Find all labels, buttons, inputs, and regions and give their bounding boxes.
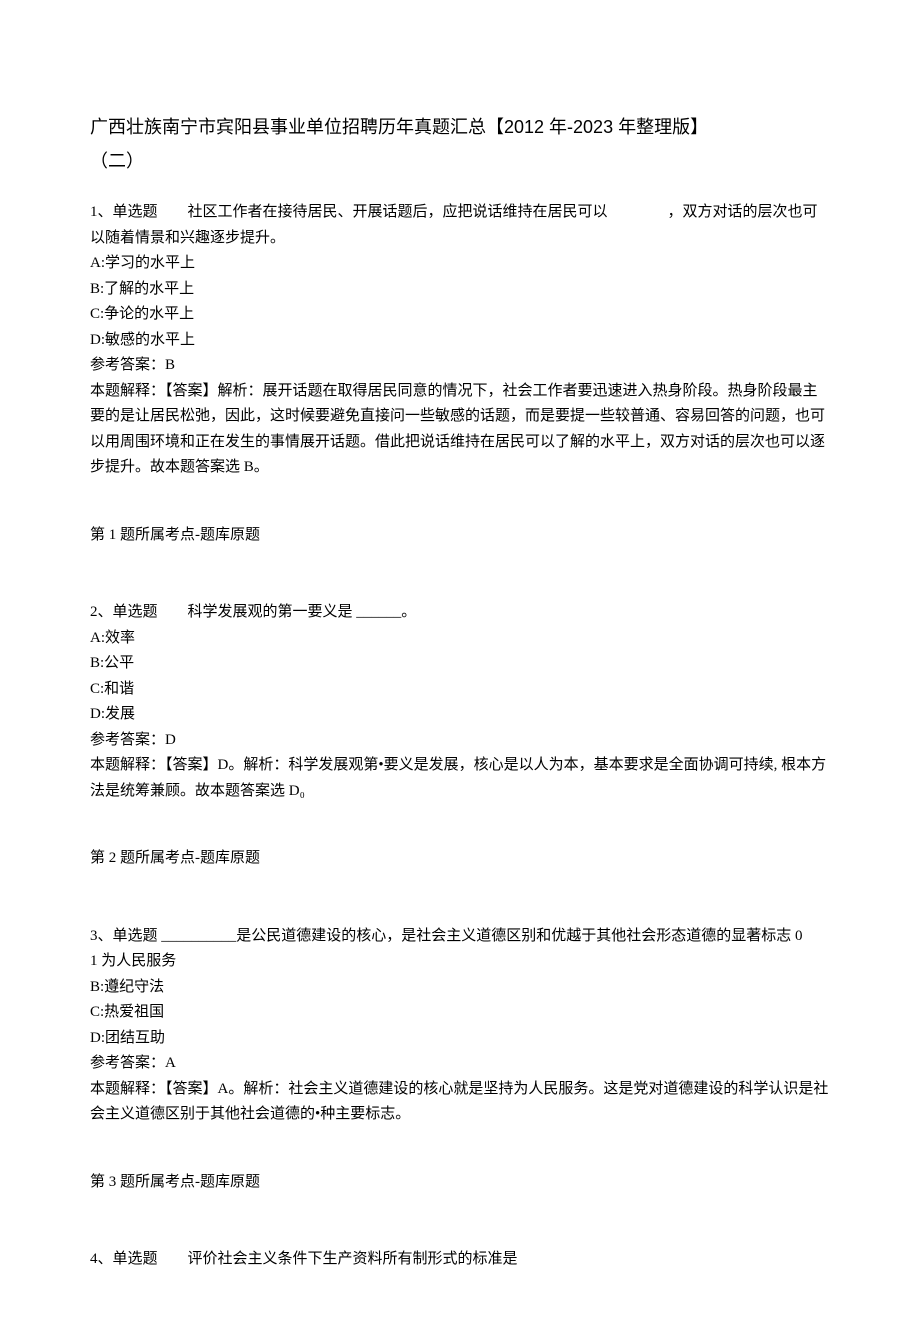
option-d: D:敏感的水平上	[90, 328, 830, 354]
option-a: 1 为人民服务	[90, 949, 830, 975]
question-1: 1、单选题 社区工作者在接待居民、开展话题后，应把说话维持在居民可以 ，双方对话…	[90, 200, 830, 481]
explanation: 本题解释：【答案】解析：展开话题在取得居民同意的情况下，社会工作者要迅速进入热身…	[90, 379, 830, 481]
question-options: A:学习的水平上 B:了解的水平上 C:争论的水平上 D:敏感的水平上	[90, 251, 830, 353]
option-c: C:和谐	[90, 677, 830, 703]
option-c: C:争论的水平上	[90, 302, 830, 328]
question-footer: 第 3 题所属考点-题库原题	[90, 1170, 830, 1196]
title-line-1: 广西壮族南宁市宾阳县事业单位招聘历年真题汇总【2012 年-2023 年整理版】	[90, 110, 830, 144]
reference-answer: 参考答案：A	[90, 1051, 830, 1077]
document-page: 广西壮族南宁市宾阳县事业单位招聘历年真题汇总【2012 年-2023 年整理版】…	[0, 0, 920, 1319]
explanation: 本题解释：【答案】D。解析：科学发展观第•要义是发展，核心是以人为本，基本要求是…	[90, 753, 830, 804]
option-a: A:效率	[90, 626, 830, 652]
option-c: C:热爱祖国	[90, 1000, 830, 1026]
question-footer: 第 2 题所属考点-题库原题	[90, 846, 830, 872]
question-options: A:效率 B:公平 C:和谐 D:发展	[90, 626, 830, 728]
question-4: 4、单选题 评价社会主义条件下生产资料所有制形式的标准是	[90, 1247, 830, 1273]
option-a: A:学习的水平上	[90, 251, 830, 277]
question-3: 3、单选题 __________是公民道德建设的核心，是社会主义道德区别和优越于…	[90, 924, 830, 1128]
option-d: D:团结互助	[90, 1026, 830, 1052]
question-options: 1 为人民服务 B:遵纪守法 C:热爱祖国 D:团结互助	[90, 949, 830, 1051]
option-d: D:发展	[90, 702, 830, 728]
question-footer: 第 1 题所属考点-题库原题	[90, 523, 830, 549]
document-title: 广西壮族南宁市宾阳县事业单位招聘历年真题汇总【2012 年-2023 年整理版】…	[90, 110, 830, 178]
question-2: 2、单选题 科学发展观的第一要义是 ______。 A:效率 B:公平 C:和谐…	[90, 600, 830, 804]
option-b: B:公平	[90, 651, 830, 677]
option-b: B:遵纪守法	[90, 975, 830, 1001]
question-stem: 4、单选题 评价社会主义条件下生产资料所有制形式的标准是	[90, 1247, 830, 1273]
reference-answer: 参考答案：B	[90, 353, 830, 379]
question-stem: 2、单选题 科学发展观的第一要义是 ______。	[90, 600, 830, 626]
reference-answer: 参考答案：D	[90, 728, 830, 754]
question-stem: 3、单选题 __________是公民道德建设的核心，是社会主义道德区别和优越于…	[90, 924, 830, 950]
question-stem: 1、单选题 社区工作者在接待居民、开展话题后，应把说话维持在居民可以 ，双方对话…	[90, 200, 830, 251]
title-line-2: （二）	[90, 144, 830, 178]
explanation: 本题解释：【答案】A。解析：社会主义道德建设的核心就是坚持为人民服务。这是党对道…	[90, 1077, 830, 1128]
option-b: B:了解的水平上	[90, 277, 830, 303]
